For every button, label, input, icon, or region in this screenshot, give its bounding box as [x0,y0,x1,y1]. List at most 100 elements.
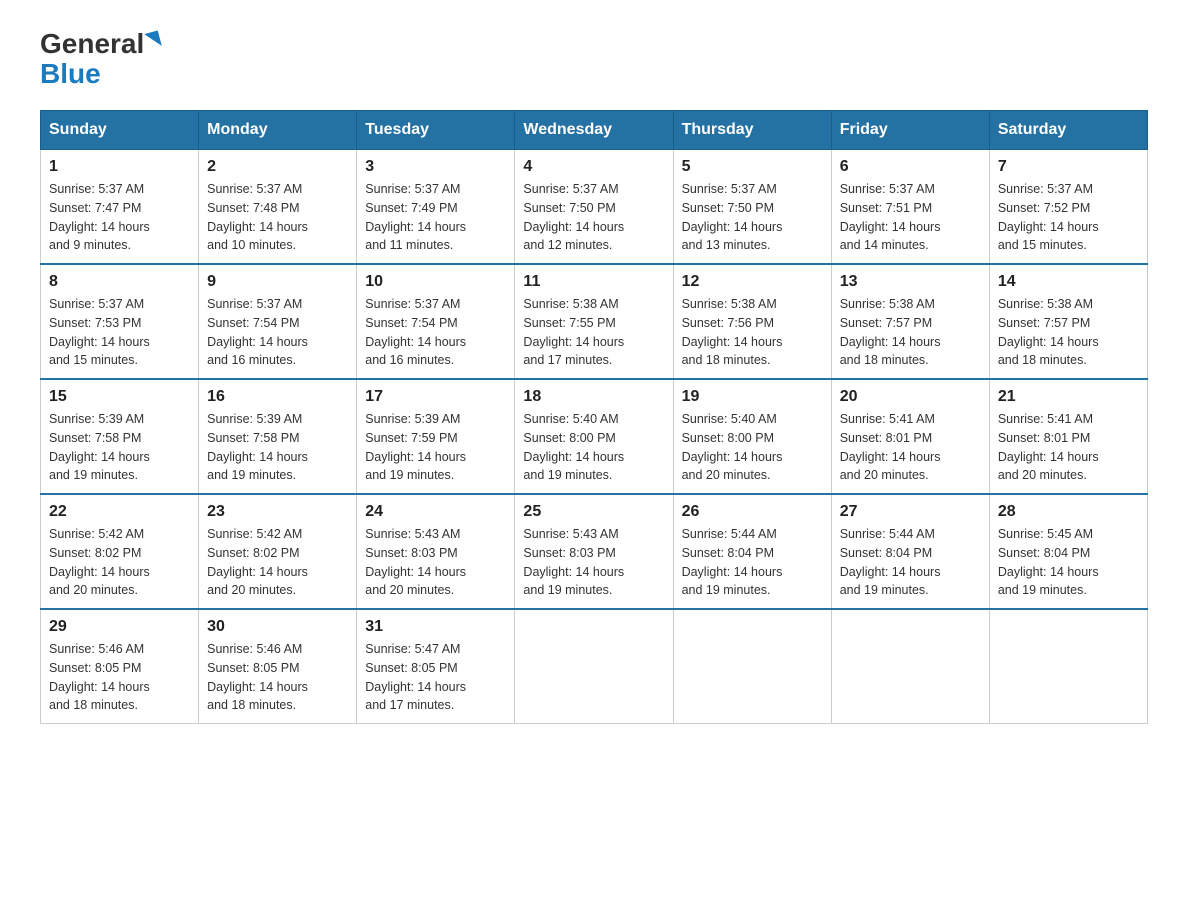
day-info: Sunrise: 5:37 AMSunset: 7:48 PMDaylight:… [207,180,348,255]
calendar-cell: 8 Sunrise: 5:37 AMSunset: 7:53 PMDaylight… [41,264,199,379]
calendar-cell: 30Sunrise: 5:46 AMSunset: 8:05 PMDayligh… [199,609,357,724]
day-number: 28 [998,503,1139,521]
calendar-week-row: 22 Sunrise: 5:42 AMSunset: 8:02 PMDayligh… [41,494,1148,609]
weekday-header-thursday: Thursday [673,111,831,150]
day-info: Sunrise: 5:37 AMSunset: 7:54 PMDaylight:… [365,295,506,370]
day-info: Sunrise: 5:44 AMSunset: 8:04 PMDaylight:… [840,525,981,600]
calendar-cell: 28 Sunrise: 5:45 AMSunset: 8:04 PMDayligh… [989,494,1147,609]
day-number: 25 [523,503,664,521]
day-number: 22 [49,503,190,521]
calendar-cell: 6Sunrise: 5:37 AMSunset: 7:51 PMDaylight… [831,150,989,265]
day-info: Sunrise: 5:39 AMSunset: 7:59 PMDaylight:… [365,410,506,485]
calendar-cell [831,609,989,724]
logo-arrow-icon [144,30,162,49]
calendar-cell: 12 Sunrise: 5:38 AMSunset: 7:56 PMDayligh… [673,264,831,379]
calendar-week-row: 8 Sunrise: 5:37 AMSunset: 7:53 PMDaylight… [41,264,1148,379]
day-number: 12 [682,273,823,291]
day-number: 16 [207,388,348,406]
calendar-cell: 1 Sunrise: 5:37 AMSunset: 7:47 PMDaylight… [41,150,199,265]
day-number: 24 [365,503,506,521]
day-info: Sunrise: 5:47 AMSunset: 8:05 PMDaylight:… [365,640,506,715]
day-number: 19 [682,388,823,406]
calendar-cell: 27 Sunrise: 5:44 AMSunset: 8:04 PMDayligh… [831,494,989,609]
day-number: 7 [998,158,1139,176]
calendar-week-row: 1 Sunrise: 5:37 AMSunset: 7:47 PMDaylight… [41,150,1148,265]
calendar-cell [989,609,1147,724]
page-header: General Blue [40,30,1148,90]
day-info: Sunrise: 5:45 AMSunset: 8:04 PMDaylight:… [998,525,1139,600]
day-info: Sunrise: 5:38 AMSunset: 7:56 PMDaylight:… [682,295,823,370]
calendar-table: SundayMondayTuesdayWednesdayThursdayFrid… [40,110,1148,724]
calendar-cell: 13 Sunrise: 5:38 AMSunset: 7:57 PMDayligh… [831,264,989,379]
weekday-header-tuesday: Tuesday [357,111,515,150]
day-number: 9 [207,273,348,291]
calendar-cell: 23 Sunrise: 5:42 AMSunset: 8:02 PMDayligh… [199,494,357,609]
calendar-cell: 18 Sunrise: 5:40 AMSunset: 8:00 PMDayligh… [515,379,673,494]
day-info: Sunrise: 5:38 AMSunset: 7:57 PMDaylight:… [998,295,1139,370]
day-number: 13 [840,273,981,291]
day-number: 11 [523,273,664,291]
logo-general-text: General [40,30,144,58]
day-number: 27 [840,503,981,521]
calendar-cell [673,609,831,724]
calendar-cell: 9 Sunrise: 5:37 AMSunset: 7:54 PMDaylight… [199,264,357,379]
calendar-cell: 5Sunrise: 5:37 AMSunset: 7:50 PMDaylight… [673,150,831,265]
calendar-cell: 24 Sunrise: 5:43 AMSunset: 8:03 PMDayligh… [357,494,515,609]
calendar-cell: 4 Sunrise: 5:37 AMSunset: 7:50 PMDaylight… [515,150,673,265]
day-number: 18 [523,388,664,406]
calendar-week-row: 15 Sunrise: 5:39 AMSunset: 7:58 PMDayligh… [41,379,1148,494]
day-info: Sunrise: 5:37 AMSunset: 7:50 PMDaylight:… [523,180,664,255]
calendar-cell: 11Sunrise: 5:38 AMSunset: 7:55 PMDayligh… [515,264,673,379]
calendar-cell: 29 Sunrise: 5:46 AMSunset: 8:05 PMDayligh… [41,609,199,724]
calendar-week-row: 29 Sunrise: 5:46 AMSunset: 8:05 PMDayligh… [41,609,1148,724]
weekday-header-monday: Monday [199,111,357,150]
calendar-cell: 31Sunrise: 5:47 AMSunset: 8:05 PMDayligh… [357,609,515,724]
day-info: Sunrise: 5:43 AMSunset: 8:03 PMDaylight:… [365,525,506,600]
day-info: Sunrise: 5:44 AMSunset: 8:04 PMDaylight:… [682,525,823,600]
weekday-header-sunday: Sunday [41,111,199,150]
calendar-cell: 3Sunrise: 5:37 AMSunset: 7:49 PMDaylight… [357,150,515,265]
calendar-cell: 7 Sunrise: 5:37 AMSunset: 7:52 PMDaylight… [989,150,1147,265]
calendar-cell: 26 Sunrise: 5:44 AMSunset: 8:04 PMDayligh… [673,494,831,609]
day-info: Sunrise: 5:41 AMSunset: 8:01 PMDaylight:… [998,410,1139,485]
calendar-cell: 14 Sunrise: 5:38 AMSunset: 7:57 PMDayligh… [989,264,1147,379]
day-number: 4 [523,158,664,176]
day-info: Sunrise: 5:37 AMSunset: 7:51 PMDaylight:… [840,180,981,255]
day-info: Sunrise: 5:37 AMSunset: 7:54 PMDaylight:… [207,295,348,370]
day-number: 15 [49,388,190,406]
day-info: Sunrise: 5:42 AMSunset: 8:02 PMDaylight:… [207,525,348,600]
day-number: 29 [49,618,190,636]
logo: General Blue [40,30,160,90]
day-number: 23 [207,503,348,521]
calendar-cell: 20 Sunrise: 5:41 AMSunset: 8:01 PMDayligh… [831,379,989,494]
day-info: Sunrise: 5:37 AMSunset: 7:53 PMDaylight:… [49,295,190,370]
logo-blue-text: Blue [40,58,101,90]
day-info: Sunrise: 5:37 AMSunset: 7:52 PMDaylight:… [998,180,1139,255]
day-number: 10 [365,273,506,291]
day-info: Sunrise: 5:39 AMSunset: 7:58 PMDaylight:… [207,410,348,485]
day-number: 8 [49,273,190,291]
day-number: 3 [365,158,506,176]
day-number: 21 [998,388,1139,406]
day-info: Sunrise: 5:38 AMSunset: 7:57 PMDaylight:… [840,295,981,370]
day-info: Sunrise: 5:40 AMSunset: 8:00 PMDaylight:… [682,410,823,485]
day-info: Sunrise: 5:37 AMSunset: 7:47 PMDaylight:… [49,180,190,255]
day-number: 14 [998,273,1139,291]
day-number: 1 [49,158,190,176]
calendar-cell: 21 Sunrise: 5:41 AMSunset: 8:01 PMDayligh… [989,379,1147,494]
day-number: 26 [682,503,823,521]
day-info: Sunrise: 5:40 AMSunset: 8:00 PMDaylight:… [523,410,664,485]
calendar-cell: 2 Sunrise: 5:37 AMSunset: 7:48 PMDaylight… [199,150,357,265]
day-info: Sunrise: 5:37 AMSunset: 7:50 PMDaylight:… [682,180,823,255]
day-number: 2 [207,158,348,176]
day-info: Sunrise: 5:46 AMSunset: 8:05 PMDaylight:… [49,640,190,715]
day-number: 17 [365,388,506,406]
weekday-header-saturday: Saturday [989,111,1147,150]
calendar-cell [515,609,673,724]
weekday-header-row: SundayMondayTuesdayWednesdayThursdayFrid… [41,111,1148,150]
day-info: Sunrise: 5:41 AMSunset: 8:01 PMDaylight:… [840,410,981,485]
calendar-cell: 16 Sunrise: 5:39 AMSunset: 7:58 PMDayligh… [199,379,357,494]
calendar-cell: 17 Sunrise: 5:39 AMSunset: 7:59 PMDayligh… [357,379,515,494]
calendar-cell: 15Sunrise: 5:39 AMSunset: 7:58 PMDayligh… [41,379,199,494]
day-number: 20 [840,388,981,406]
